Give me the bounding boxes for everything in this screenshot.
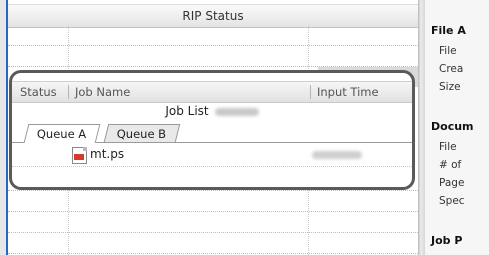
queue-tabs: Queue A Queue B — [12, 124, 412, 143]
section-heading-job-properties: Job P — [431, 234, 463, 247]
grid-row-line — [8, 45, 418, 46]
column-header-job-name[interactable]: Job Name — [75, 82, 130, 102]
splitter-handle[interactable] — [418, 0, 425, 255]
job-list-title: Job List — [12, 104, 412, 118]
job-list-title-text: Job List — [165, 104, 209, 118]
column-header-status[interactable]: Status — [20, 82, 57, 102]
rip-status-header: RIP Status — [8, 4, 418, 28]
property-label: File — [439, 141, 457, 153]
property-label: Page — [439, 177, 465, 189]
property-label: File — [439, 45, 457, 57]
section-heading-file-attributes: File A — [431, 24, 466, 37]
column-header-input-time[interactable]: Input Time — [317, 82, 379, 102]
pdf-file-icon — [72, 147, 87, 164]
job-name: mt.ps — [90, 147, 125, 161]
grid-row-line — [8, 232, 418, 233]
property-label: Crea — [439, 63, 464, 75]
property-label: # of — [439, 159, 462, 171]
grid-row-line — [12, 166, 412, 167]
tab-queue-b[interactable]: Queue B — [103, 124, 181, 142]
blurred-printer-name — [214, 107, 259, 116]
column-separator[interactable] — [310, 85, 311, 99]
property-label: Size — [439, 81, 461, 93]
job-row[interactable]: mt.ps — [12, 146, 412, 164]
job-list-zoom-callout: Status Job Name Input Time Job List Queu… — [9, 70, 415, 190]
grid-row-line — [8, 211, 418, 212]
tab-queue-a[interactable]: Queue A — [23, 124, 101, 143]
grid-row-line — [8, 190, 418, 191]
blurred-input-time — [312, 151, 362, 159]
column-separator[interactable] — [68, 85, 69, 99]
grid-row-line — [8, 253, 418, 254]
property-label: Spec — [439, 195, 465, 207]
section-heading-document: Docum — [431, 120, 474, 133]
job-list-column-header: Status Job Name Input Time — [12, 81, 412, 103]
properties-panel: File A File Crea Size Docum File # of Pa… — [425, 0, 489, 255]
